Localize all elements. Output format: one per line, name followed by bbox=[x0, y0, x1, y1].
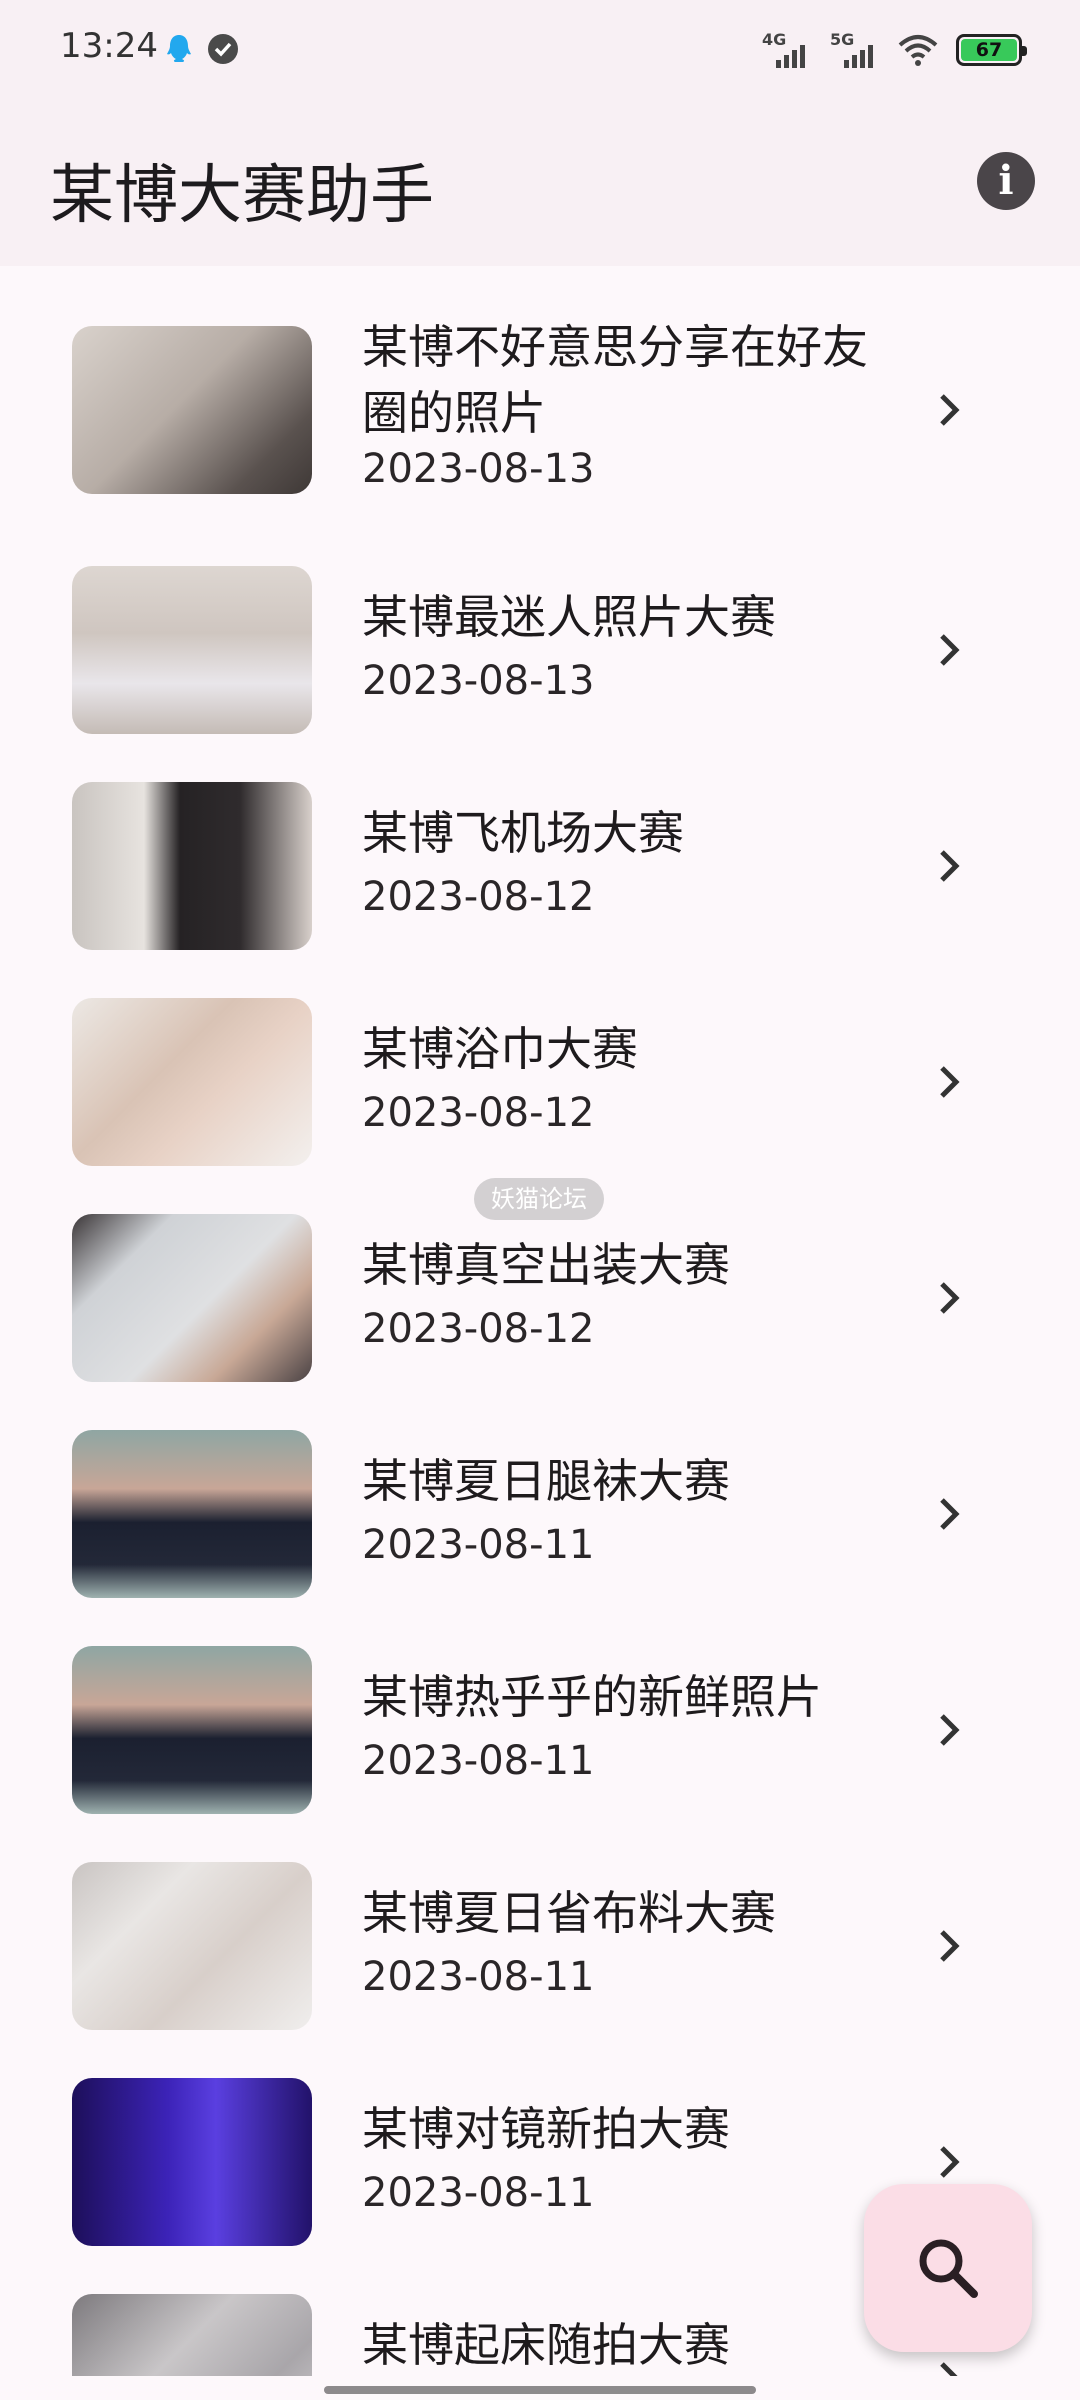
wifi-icon bbox=[898, 35, 938, 66]
list-item[interactable]: 某博飞机场大赛 2023-08-12 bbox=[0, 782, 1080, 982]
chevron-right-icon bbox=[940, 1930, 960, 1962]
item-title: 某博起床随拍大赛 bbox=[362, 2318, 730, 2372]
battery-icon: 67 bbox=[956, 34, 1027, 66]
thumbnail-image bbox=[72, 2294, 312, 2376]
battery-level: 67 bbox=[961, 39, 1017, 61]
signal-5g-icon: 5G bbox=[830, 30, 880, 68]
info-icon[interactable]: i bbox=[977, 152, 1035, 210]
item-title: 某博热乎乎的新鲜照片 bbox=[362, 1670, 822, 1724]
item-title: 某博对镜新拍大赛 bbox=[362, 2102, 730, 2156]
item-date: 2023-08-11 bbox=[362, 1522, 595, 1568]
item-date: 2023-08-11 bbox=[362, 2170, 595, 2216]
chevron-right-icon bbox=[940, 1498, 960, 1530]
item-date: 2023-08-12 bbox=[362, 1090, 595, 1136]
thumbnail-image bbox=[72, 782, 312, 950]
chevron-right-icon bbox=[940, 1714, 960, 1746]
chevron-right-icon bbox=[940, 634, 960, 666]
status-bar: 13:24 4G 5G 67 bbox=[0, 0, 1080, 100]
qq-notification-icon bbox=[167, 35, 191, 62]
item-title: 某博夏日腿袜大赛 bbox=[362, 1454, 730, 1508]
status-time: 13:24 bbox=[60, 26, 158, 66]
chevron-right-icon bbox=[940, 850, 960, 882]
thumbnail-image bbox=[72, 326, 312, 494]
list-item[interactable]: 某博真空出装大赛 2023-08-12 bbox=[0, 1214, 1080, 1414]
thumbnail-image bbox=[72, 1430, 312, 1598]
list-item[interactable]: 某博不好意思分享在好友圈的照片 2023-08-13 bbox=[0, 320, 1080, 526]
item-title: 某博飞机场大赛 bbox=[362, 806, 684, 860]
item-date: 2023-08-11 bbox=[362, 1954, 595, 2000]
item-date: 2023-08-11 bbox=[362, 1738, 595, 1784]
item-date: 2023-08-12 bbox=[362, 874, 595, 920]
thumbnail-image bbox=[72, 2078, 312, 2246]
list-item[interactable]: 某博浴巾大赛 2023-08-12 bbox=[0, 998, 1080, 1198]
thumbnail-image bbox=[72, 1646, 312, 1814]
item-title: 某博最迷人照片大赛 bbox=[362, 590, 776, 644]
chevron-right-icon bbox=[940, 2146, 960, 2178]
app-bar: 某博大赛助手 bbox=[0, 100, 1080, 266]
page-title: 某博大赛助手 bbox=[50, 159, 434, 233]
status-indicators: 4G 5G 67 bbox=[762, 30, 1027, 70]
list-item[interactable]: 某博夏日腿袜大赛 2023-08-11 bbox=[0, 1430, 1080, 1630]
item-title: 某博真空出装大赛 bbox=[362, 1238, 730, 1292]
watermark: 妖猫论坛 bbox=[474, 1178, 604, 1220]
gesture-nav-handle[interactable] bbox=[324, 2386, 756, 2394]
thumbnail-image bbox=[72, 1214, 312, 1382]
item-date: 2023-08-13 bbox=[362, 658, 595, 704]
list-item[interactable]: 某博热乎乎的新鲜照片 2023-08-11 bbox=[0, 1646, 1080, 1846]
list-item[interactable]: 某博最迷人照片大赛 2023-08-13 bbox=[0, 566, 1080, 766]
thumbnail-image bbox=[72, 998, 312, 1166]
search-fab-button[interactable] bbox=[864, 2184, 1032, 2352]
chevron-right-icon bbox=[940, 2362, 958, 2376]
check-notification-icon bbox=[208, 34, 238, 64]
contest-list[interactable]: 某博不好意思分享在好友圈的照片 2023-08-13 某博最迷人照片大赛 202… bbox=[0, 266, 1080, 2376]
search-icon bbox=[919, 2239, 978, 2298]
chevron-right-icon bbox=[940, 394, 960, 426]
thumbnail-image bbox=[72, 566, 312, 734]
item-title: 某博不好意思分享在好友圈的照片 bbox=[362, 320, 868, 440]
item-title: 某博夏日省布料大赛 bbox=[362, 1886, 776, 1940]
thumbnail-image bbox=[72, 1862, 312, 2030]
chevron-right-icon bbox=[940, 1066, 960, 1098]
chevron-right-icon bbox=[940, 1282, 960, 1314]
item-title: 某博浴巾大赛 bbox=[362, 1022, 638, 1076]
item-date: 2023-08-13 bbox=[362, 446, 595, 492]
item-date: 2023-08-12 bbox=[362, 1306, 595, 1352]
list-item[interactable]: 某博夏日省布料大赛 2023-08-11 bbox=[0, 1862, 1080, 2062]
signal-4g-icon: 4G bbox=[762, 30, 812, 68]
